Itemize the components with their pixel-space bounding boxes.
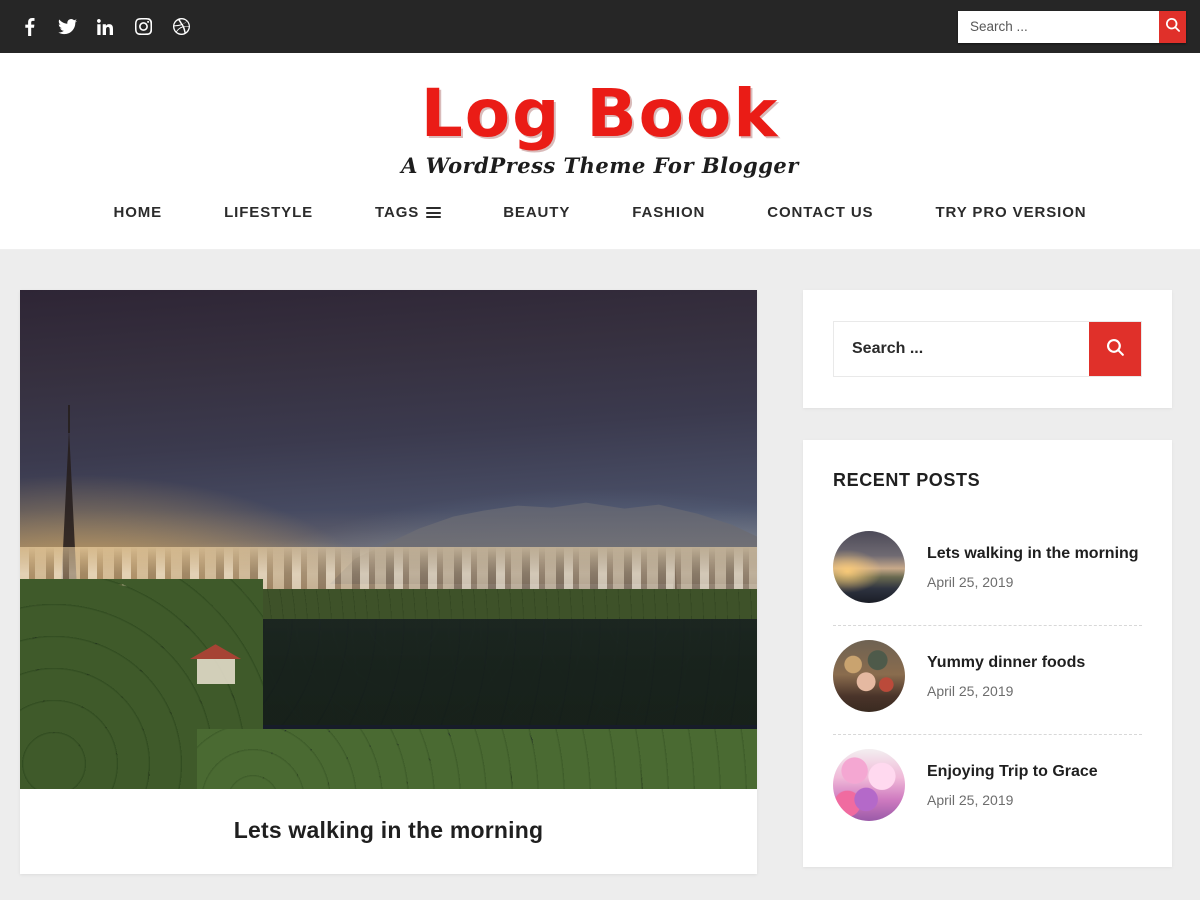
recent-post-title[interactable]: Lets walking in the morning — [927, 544, 1142, 564]
nav-label: TRY PRO VERSION — [935, 204, 1087, 221]
sidebar-search-button[interactable] — [1089, 322, 1141, 376]
search-icon — [1106, 338, 1124, 359]
recent-post-item[interactable]: Yummy dinner foods April 25, 2019 — [833, 626, 1142, 735]
nav-item-home[interactable]: HOME — [82, 204, 193, 221]
brand[interactable]: Log Book A WordPress Theme For Blogger — [0, 75, 1200, 179]
recent-post-thumbnail — [833, 749, 905, 821]
nav-label: TAGS — [375, 204, 420, 221]
nav-item-tags[interactable]: TAGS — [344, 204, 472, 221]
foreground-foliage — [196, 729, 757, 789]
recent-post-item[interactable]: Enjoying Trip to Grace April 25, 2019 — [833, 735, 1142, 843]
featured-post-card: Lets walking in the morning — [20, 290, 757, 874]
search-icon — [1165, 17, 1180, 35]
site-header: Log Book A WordPress Theme For Blogger H… — [0, 53, 1200, 250]
site-logo[interactable]: Log Book — [0, 75, 1200, 149]
recent-posts-title: RECENT POSTS — [833, 470, 981, 490]
featured-post-image[interactable] — [20, 290, 757, 789]
sidebar-search-widget — [803, 290, 1172, 408]
recent-post-title[interactable]: Enjoying Trip to Grace — [927, 762, 1142, 782]
recent-post-item[interactable]: Lets walking in the morning April 25, 20… — [833, 517, 1142, 626]
main-navigation: HOME LIFESTYLE TAGS BEAUTY FASHION CONTA… — [0, 178, 1200, 249]
nav-label: CONTACT US — [767, 204, 874, 221]
recent-post-date: April 25, 2019 — [927, 683, 1014, 699]
recent-post-meta: Lets walking in the morning April 25, 20… — [927, 544, 1142, 590]
recent-posts-widget: RECENT POSTS Lets walking in the morning… — [803, 440, 1172, 867]
site-tagline: A WordPress Theme For Blogger — [401, 153, 799, 178]
top-search-button[interactable] — [1159, 10, 1186, 43]
top-search-input[interactable] — [958, 10, 1159, 43]
nav-item-contact-us[interactable]: CONTACT US — [736, 204, 904, 221]
dribbble-icon[interactable] — [170, 16, 192, 38]
sidebar-search-input[interactable] — [834, 322, 1089, 376]
facebook-icon[interactable] — [18, 16, 40, 38]
nav-item-beauty[interactable]: BEAUTY — [472, 204, 601, 221]
nav-label: LIFESTYLE — [224, 204, 314, 221]
linkedin-icon[interactable] — [94, 16, 116, 38]
recent-post-date: April 25, 2019 — [927, 792, 1014, 808]
top-search-form[interactable] — [958, 10, 1186, 43]
nav-label: HOME — [113, 204, 163, 221]
instagram-icon[interactable] — [132, 16, 154, 38]
main-content: Lets walking in the morning — [20, 290, 757, 874]
nav-item-try-pro-version[interactable]: TRY PRO VERSION — [904, 204, 1117, 221]
nav-item-fashion[interactable]: FASHION — [601, 204, 736, 221]
recent-post-meta: Yummy dinner foods April 25, 2019 — [927, 653, 1142, 699]
nav-label: BEAUTY — [503, 204, 571, 221]
recent-post-date: April 25, 2019 — [927, 574, 1014, 590]
top-bar — [0, 0, 1200, 53]
social-links — [18, 16, 192, 38]
nav-label: FASHION — [632, 204, 706, 221]
sidebar: RECENT POSTS Lets walking in the morning… — [803, 290, 1172, 899]
recent-post-title[interactable]: Yummy dinner foods — [927, 653, 1142, 673]
featured-post-title[interactable]: Lets walking in the morning — [46, 817, 731, 844]
nav-item-lifestyle[interactable]: LIFESTYLE — [193, 204, 344, 221]
recent-post-thumbnail — [833, 640, 905, 712]
page-body: Lets walking in the morning RECENT POSTS… — [0, 250, 1200, 899]
featured-post-header: Lets walking in the morning — [20, 789, 757, 874]
recent-post-meta: Enjoying Trip to Grace April 25, 2019 — [927, 762, 1142, 808]
twitter-icon[interactable] — [56, 16, 78, 38]
lake-pavilion — [189, 644, 242, 685]
menu-lines-icon — [426, 207, 442, 218]
sidebar-search-form[interactable] — [833, 321, 1142, 377]
recent-post-thumbnail — [833, 531, 905, 603]
